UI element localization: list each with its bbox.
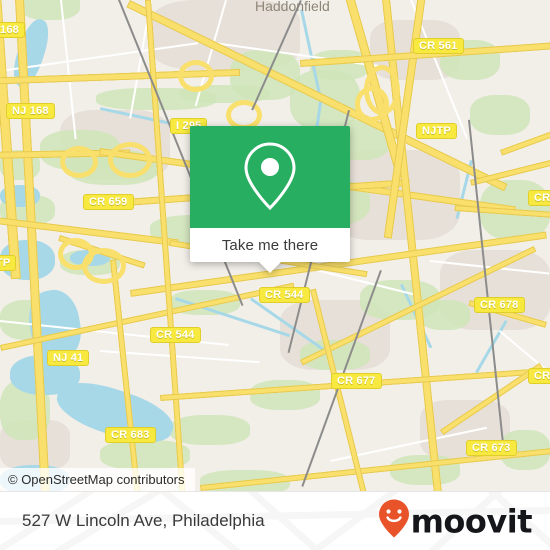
road-shield-cr-673: CR 673 — [466, 440, 517, 456]
road-shield-cr-683: CR 683 — [105, 427, 156, 443]
map-park-area — [170, 415, 250, 445]
road-shield-cr-544-east: CR 544 — [259, 287, 310, 303]
map-park-area — [470, 95, 530, 135]
map-park-area — [420, 300, 470, 330]
popup-pointer-triangle — [259, 262, 281, 273]
map-pin-icon — [240, 140, 300, 214]
map-interchange-loop — [108, 142, 152, 178]
map-interchange-loop — [178, 60, 214, 92]
road-shield-cr-659: CR 659 — [83, 194, 134, 210]
location-address: 527 W Lincoln Ave, Philadelphia — [22, 511, 265, 530]
map-place-label-haddonfield: Haddonfield — [255, 0, 330, 14]
road-shield-cr-right-top: CR — [528, 190, 550, 206]
map-park-area — [20, 0, 80, 20]
map-interchange-loop — [60, 146, 98, 178]
road-shield-tp: TP — [0, 255, 17, 271]
map-attribution: © OpenStreetMap contributors — [0, 468, 195, 492]
map-interchange-loop — [82, 248, 126, 284]
road-shield-cr-677: CR 677 — [331, 373, 382, 389]
road-shield-nj-41: NJ 41 — [47, 350, 90, 366]
popup-cta[interactable]: Take me there — [190, 228, 350, 273]
road-shield-168: 168 — [0, 22, 25, 38]
road-shield-cr-678: CR 678 — [474, 297, 525, 313]
moovit-wordmark: moovit — [410, 502, 533, 540]
map-location-popup[interactable]: Take me there — [190, 126, 350, 273]
road-shield-cr-544-west: CR 544 — [150, 327, 201, 343]
road-shield-njtp: NJTP — [416, 123, 457, 139]
popup-header — [190, 126, 350, 228]
moovit-brand[interactable]: moovit — [378, 499, 533, 544]
road-shield-nj-168: NJ 168 — [6, 103, 55, 119]
map-screen: Haddonfield 168 NJ 168 CR 659 TP I 295 C… — [0, 0, 550, 550]
road-shield-cr-561: CR 561 — [413, 38, 464, 54]
road-shield-cr-right-mid: CR — [528, 368, 550, 384]
footer-bar: 527 W Lincoln Ave, Philadelphia moovit — [0, 491, 550, 550]
moovit-smiling-pin-icon — [378, 499, 410, 544]
map-interchange-loop — [355, 86, 389, 122]
take-me-there-label: Take me there — [221, 236, 319, 254]
